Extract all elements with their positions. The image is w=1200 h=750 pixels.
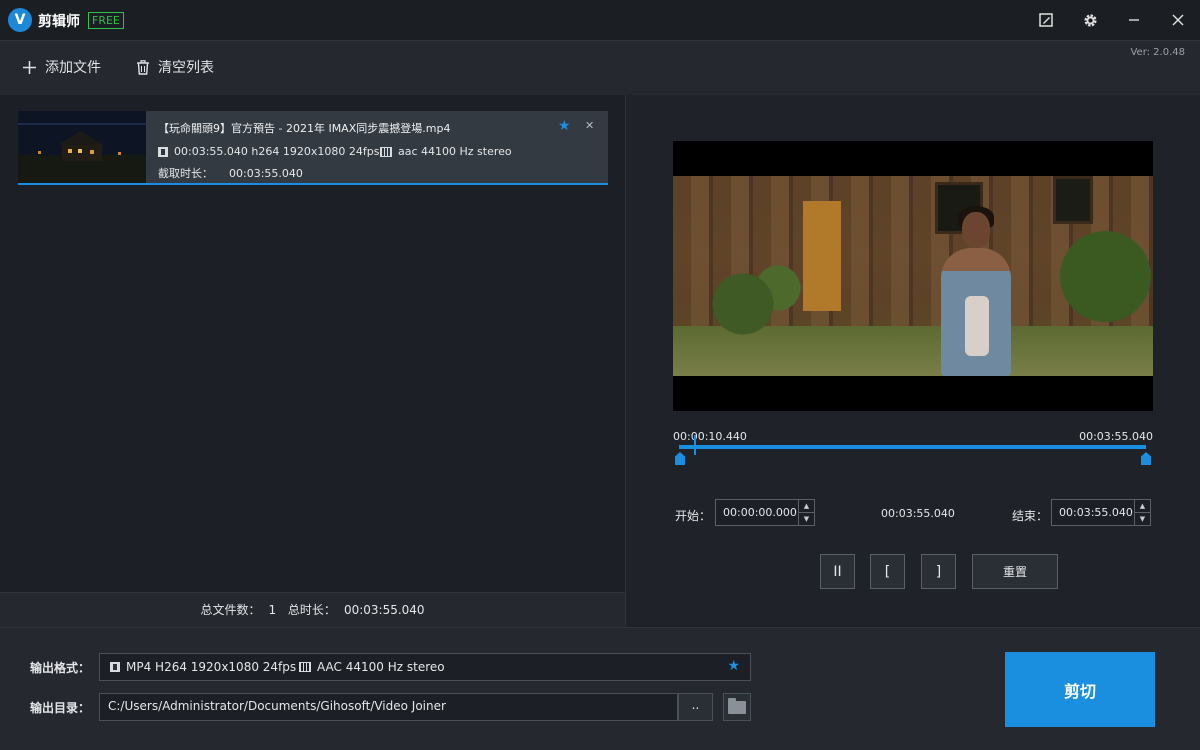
close-icon[interactable] xyxy=(1166,8,1190,32)
file-audio-info: aac 44100 Hz stereo xyxy=(380,145,512,158)
toolbar: 添加文件 清空列表 Ver: 2.0.48 xyxy=(0,40,1200,95)
cut-button[interactable]: 剪切 xyxy=(1005,652,1155,727)
start-marker-handle[interactable] xyxy=(675,452,685,465)
cut-duration-value: 00:03:55.040 xyxy=(229,167,303,180)
start-increment-button[interactable]: ▲ xyxy=(799,500,814,512)
video-preview[interactable] xyxy=(673,141,1153,411)
end-time-value: 00:03:55.040 xyxy=(1059,506,1133,519)
start-label: 开始： xyxy=(675,509,712,523)
cut-duration-label: 截取时长： xyxy=(158,167,213,180)
video-frame xyxy=(673,176,1153,376)
output-dir-input[interactable]: C:/Users/Administrator/Documents/Gihosof… xyxy=(99,693,678,721)
start-time-value: 00:00:00.000 xyxy=(723,506,797,519)
mark-out-button[interactable]: ] xyxy=(921,554,956,589)
total-files-count: 1 xyxy=(268,603,277,617)
file-list-panel: 【玩命關頭9】官方預告 - 2021年 IMAX同步震撼登場.mp4 ★ ✕ 0… xyxy=(0,95,625,627)
output-dir-value: C:/Users/Administrator/Documents/Gihosof… xyxy=(108,699,446,713)
player-panel: 00:00:10.440 00:03:55.040 开始： 00:00:00.0… xyxy=(626,95,1200,627)
output-dir-label: 输出目录： xyxy=(30,701,91,715)
total-time: 00:03:55.040 xyxy=(1079,430,1153,443)
minimize-icon[interactable] xyxy=(1122,8,1146,32)
total-duration-value: 00:03:55.040 xyxy=(343,603,425,617)
free-badge: FREE xyxy=(88,12,124,29)
output-format-video: MP4 H264 1920x1080 24fps xyxy=(126,660,297,674)
video-thumbnail xyxy=(18,111,146,183)
add-file-label: 添加文件 xyxy=(45,60,101,76)
folder-icon xyxy=(728,697,746,714)
end-increment-button[interactable]: ▲ xyxy=(1135,500,1150,512)
edit-icon[interactable] xyxy=(1034,8,1058,32)
current-time: 00:00:10.440 xyxy=(673,430,747,443)
clear-list-label: 清空列表 xyxy=(158,60,214,76)
version-label: Ver: 2.0.48 xyxy=(1130,47,1185,58)
total-files-label: 总文件数： xyxy=(200,603,261,617)
timeline-track[interactable] xyxy=(679,445,1146,449)
end-marker-handle[interactable] xyxy=(1141,452,1151,465)
file-video-text: 00:03:55.040 h264 1920x1080 24fps xyxy=(174,145,380,158)
reset-button[interactable]: 重置 xyxy=(972,554,1058,589)
pause-button[interactable]: II xyxy=(820,554,855,589)
mark-in-button[interactable]: [ xyxy=(870,554,905,589)
file-audio-text: aac 44100 Hz stereo xyxy=(398,145,512,158)
remove-file-icon[interactable]: ✕ xyxy=(585,119,594,132)
output-format-audio: AAC 44100 Hz stereo xyxy=(317,660,445,674)
output-format-label: 输出格式： xyxy=(30,661,91,675)
star-icon[interactable]: ★ xyxy=(727,658,740,674)
app-logo-icon: V xyxy=(8,8,32,32)
open-folder-button[interactable] xyxy=(723,693,751,721)
file-video-info: 00:03:55.040 h264 1920x1080 24fps xyxy=(158,145,379,158)
start-time-stepper[interactable]: 00:00:00.000 ▲ ▼ xyxy=(715,499,815,526)
clip-duration: 00:03:55.040 xyxy=(881,507,955,520)
star-icon[interactable]: ★ xyxy=(558,118,571,134)
title-bar: V 剪辑师 FREE xyxy=(0,0,1200,40)
clear-list-button[interactable]: 清空列表 xyxy=(136,57,214,77)
output-format-select[interactable]: MP4 H264 1920x1080 24fps AAC 44100 Hz st… xyxy=(99,653,751,681)
plus-icon xyxy=(23,60,36,74)
audio-wave-icon xyxy=(299,662,311,672)
end-decrement-button[interactable]: ▼ xyxy=(1135,512,1150,524)
start-decrement-button[interactable]: ▼ xyxy=(799,512,814,524)
file-cut-duration: 截取时长： 00:03:55.040 xyxy=(158,165,303,181)
file-list-summary: 总文件数： 1 总时长： 00:03:55.040 xyxy=(0,592,625,627)
film-icon xyxy=(158,146,168,157)
gear-icon[interactable] xyxy=(1078,8,1102,32)
audio-wave-icon xyxy=(380,146,392,157)
file-name: 【玩命關頭9】官方預告 - 2021年 IMAX同步震撼登場.mp4 xyxy=(158,122,451,135)
browse-button[interactable]: .. xyxy=(678,693,713,721)
add-file-button[interactable]: 添加文件 xyxy=(22,57,101,77)
playhead-handle[interactable] xyxy=(694,435,696,455)
total-duration-label: 总时长： xyxy=(287,603,336,617)
file-list-item[interactable]: 【玩命關頭9】官方預告 - 2021年 IMAX同步震撼登場.mp4 ★ ✕ 0… xyxy=(18,111,608,185)
output-panel: 输出格式： MP4 H264 1920x1080 24fps AAC 44100… xyxy=(0,627,1200,750)
end-time-stepper[interactable]: 00:03:55.040 ▲ ▼ xyxy=(1051,499,1151,526)
end-label: 结束： xyxy=(1012,509,1049,523)
film-icon xyxy=(110,662,120,672)
trash-icon xyxy=(137,59,149,75)
app-title: 剪辑师 xyxy=(38,14,80,30)
